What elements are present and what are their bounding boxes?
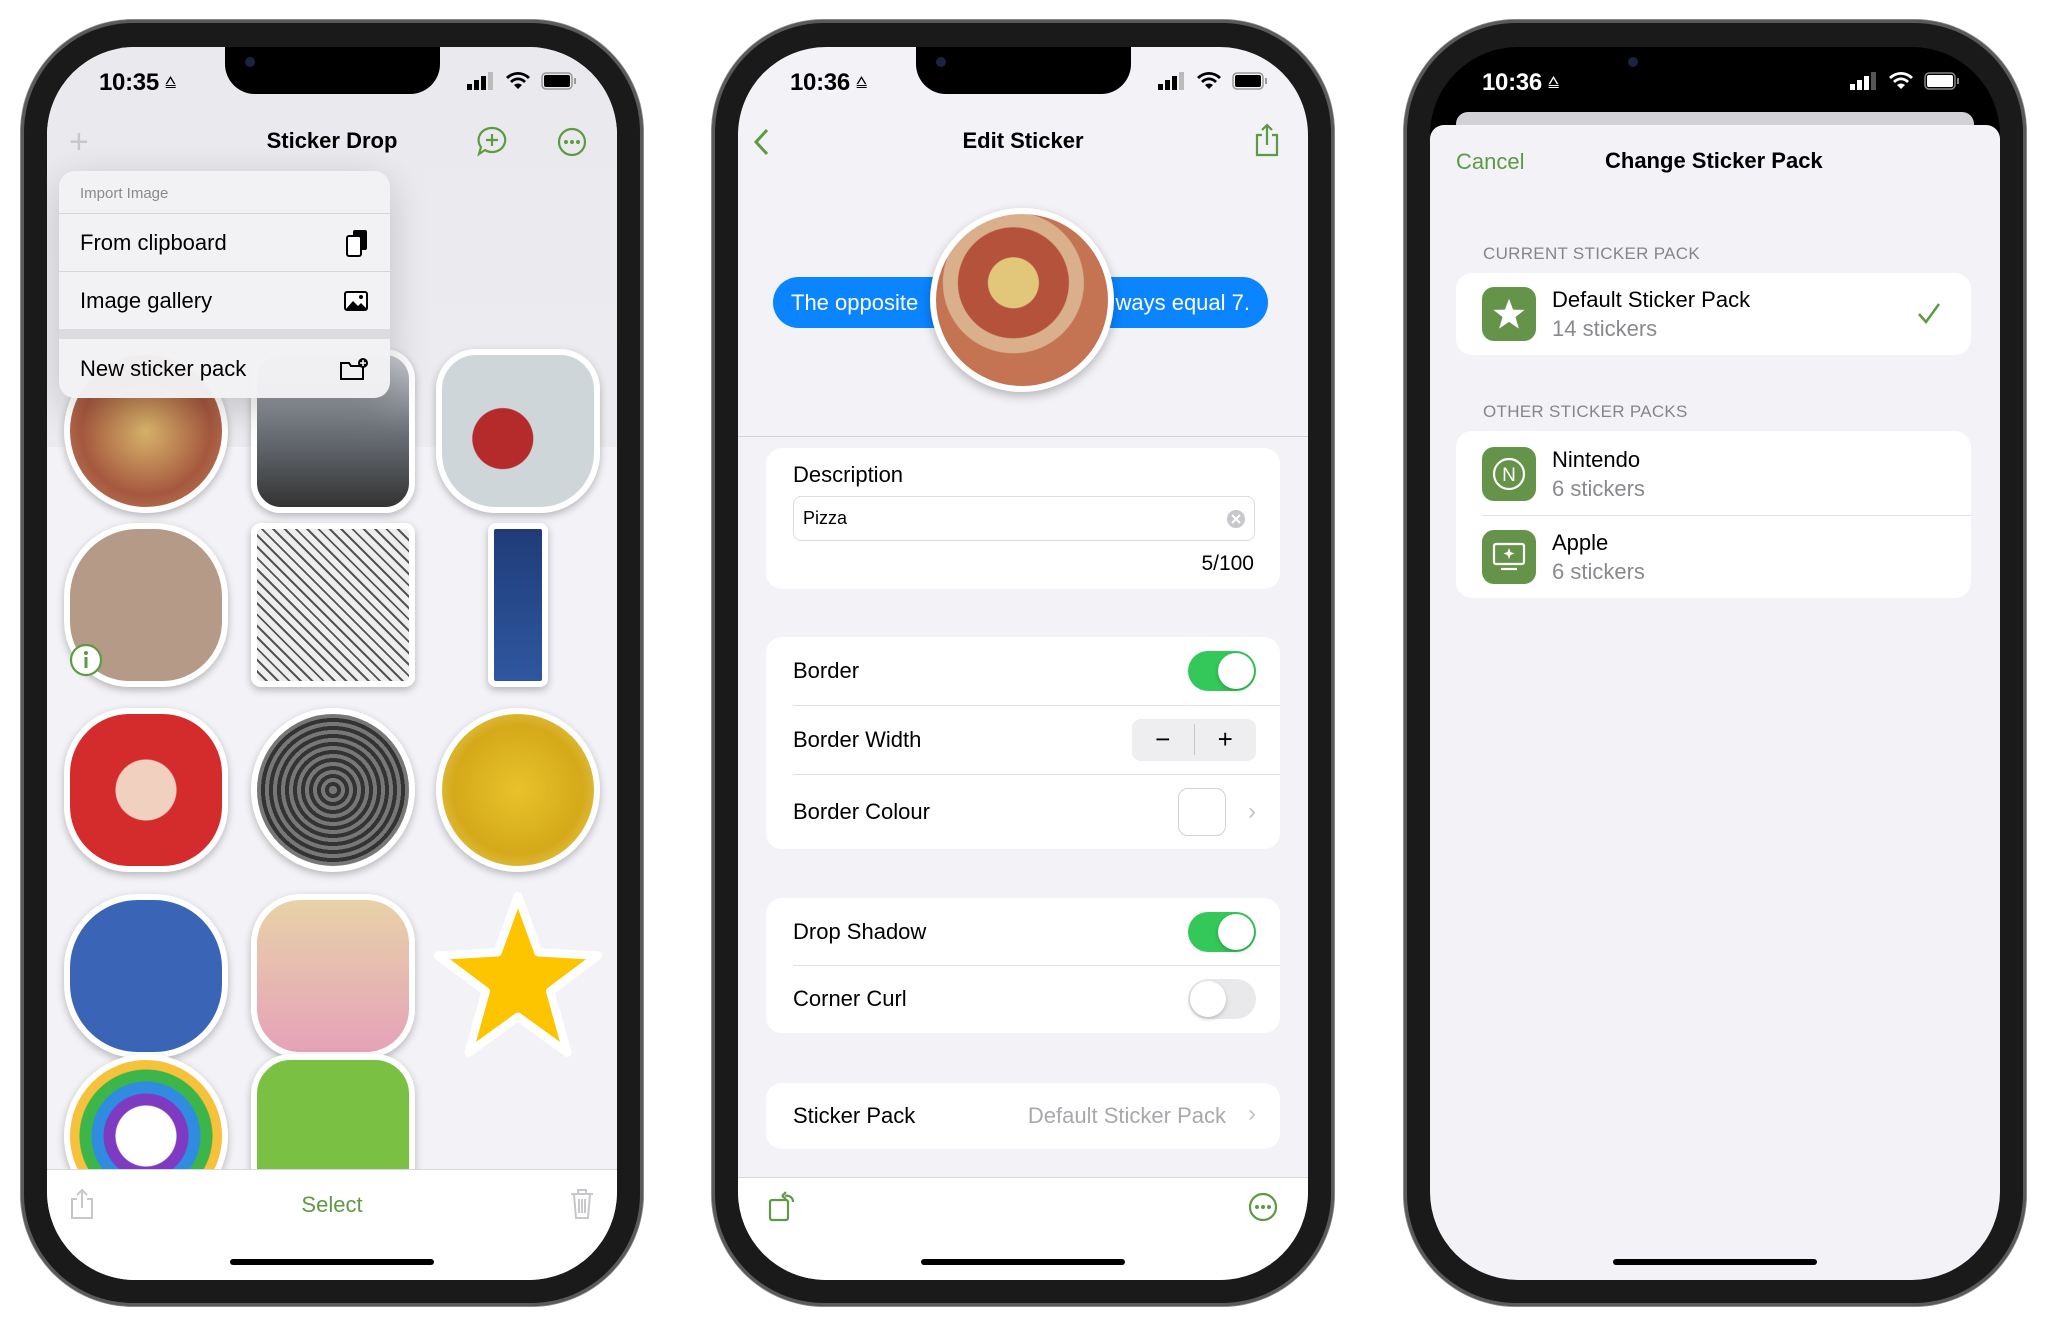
screen-change-sticker-pack: 10:36 ⩠ Cancel Change Sticker Pack CURRE… bbox=[1430, 47, 2000, 1280]
menu-item-from-clipboard[interactable]: From clipboard bbox=[59, 213, 390, 271]
decrement-button[interactable]: − bbox=[1132, 724, 1195, 755]
sticker-manhole-cover[interactable] bbox=[251, 708, 415, 872]
trash-icon[interactable] bbox=[569, 1188, 595, 1220]
share-icon[interactable] bbox=[1254, 123, 1280, 157]
border-card: Border Border Width − + Border Colour › bbox=[766, 637, 1280, 849]
status-icons bbox=[1850, 71, 1960, 90]
description-label: Description bbox=[793, 462, 904, 487]
battery-icon bbox=[541, 71, 576, 90]
current-pack-card: Default Sticker Pack 14 stickers bbox=[1456, 273, 1971, 355]
wifi-icon bbox=[1889, 72, 1913, 89]
sticker-dancer[interactable] bbox=[251, 894, 415, 1058]
home-indicator bbox=[1613, 1259, 1817, 1265]
home-indicator bbox=[230, 1259, 434, 1265]
increment-button[interactable]: + bbox=[1195, 724, 1257, 755]
clipboard-icon bbox=[346, 229, 367, 257]
info-icon[interactable] bbox=[69, 643, 103, 677]
cancel-button[interactable]: Cancel bbox=[1456, 149, 1524, 175]
sticker-mug[interactable] bbox=[436, 349, 600, 513]
sticker-pack-label: Sticker Pack bbox=[793, 1103, 916, 1128]
signal-icon bbox=[467, 71, 493, 90]
border-colour-row[interactable]: Border Colour › bbox=[766, 774, 1280, 849]
sticker-preview-pizza bbox=[930, 208, 1114, 392]
clear-icon[interactable] bbox=[1226, 509, 1246, 529]
corner-curl-row: Corner Curl bbox=[766, 965, 1280, 1033]
status-icons bbox=[1158, 71, 1268, 90]
status-icons bbox=[467, 71, 577, 90]
border-toggle[interactable] bbox=[1188, 651, 1256, 691]
bottom-toolbar: Select bbox=[47, 1169, 617, 1280]
notch bbox=[1608, 47, 1823, 94]
battery-icon bbox=[1232, 71, 1267, 90]
battery-icon bbox=[1924, 71, 1959, 90]
import-menu: Import Image From clipboard Image galler… bbox=[59, 171, 390, 398]
sticker-comic-panel[interactable] bbox=[251, 523, 415, 687]
page-title: Sticker Drop bbox=[266, 128, 398, 153]
checkmark-icon bbox=[1918, 303, 1941, 325]
chevron-right-icon: › bbox=[1248, 797, 1256, 825]
bottom-toolbar bbox=[738, 1177, 1308, 1280]
notch bbox=[225, 47, 440, 94]
drop-shadow-toggle[interactable] bbox=[1188, 911, 1256, 952]
sticker-pack-card[interactable]: Sticker Pack Default Sticker Pack › bbox=[766, 1083, 1280, 1149]
phone-frame: 10:36 ⩠ Edit Sticker The opposite ways e… bbox=[712, 20, 1334, 1306]
home-indicator bbox=[921, 1259, 1125, 1265]
border-width-row: Border Width − + bbox=[766, 705, 1280, 774]
sunrise-icon: ⩠ bbox=[1548, 71, 1559, 91]
rotate-icon[interactable] bbox=[768, 1188, 800, 1224]
sticker-blue-monster[interactable] bbox=[64, 894, 228, 1058]
page-title: Edit Sticker bbox=[962, 128, 1084, 153]
wifi-icon bbox=[506, 72, 530, 89]
pack-row-apple[interactable]: Apple 6 stickers bbox=[1456, 516, 1971, 598]
sticker-santa[interactable] bbox=[64, 708, 228, 872]
sticker-star[interactable] bbox=[433, 891, 603, 1061]
more-icon[interactable] bbox=[1248, 1192, 1278, 1222]
colour-swatch[interactable] bbox=[1178, 787, 1226, 836]
corner-curl-toggle[interactable] bbox=[1188, 979, 1256, 1019]
chevron-right-icon: › bbox=[1248, 1100, 1256, 1127]
star-icon bbox=[1482, 287, 1536, 341]
status-time: 10:36 bbox=[1482, 69, 1542, 96]
border-row: Border bbox=[766, 637, 1280, 705]
signal-icon bbox=[1158, 71, 1184, 90]
character-counter: 5/100 bbox=[1201, 552, 1254, 575]
description-card: Description Pizza 5/100 bbox=[766, 448, 1280, 589]
other-packs-header: OTHER STICKER PACKS bbox=[1483, 402, 1688, 421]
other-packs-card: N Nintendo 6 stickers Apple 6 stickers bbox=[1456, 431, 1971, 598]
current-pack-header: CURRENT STICKER PACK bbox=[1483, 244, 1700, 263]
more-icon[interactable] bbox=[557, 127, 587, 157]
screen-sticker-drop: 10:35 ⩠ + Sticker Drop Import Image From… bbox=[47, 47, 617, 1280]
folder-plus-icon bbox=[340, 357, 368, 380]
select-button[interactable]: Select bbox=[47, 1192, 617, 1218]
drop-shadow-row: Drop Shadow bbox=[766, 898, 1280, 965]
menu-item-new-sticker-pack[interactable]: New sticker pack bbox=[59, 339, 390, 398]
sunrise-icon: ⩠ bbox=[165, 71, 176, 91]
pack-row-nintendo[interactable]: N Nintendo 6 stickers bbox=[1456, 433, 1971, 515]
photo-icon bbox=[344, 290, 368, 311]
sunrise-icon: ⩠ bbox=[856, 71, 867, 91]
screen-edit-sticker: 10:36 ⩠ Edit Sticker The opposite ways e… bbox=[738, 47, 1308, 1280]
pack-row-default[interactable]: Default Sticker Pack 14 stickers bbox=[1456, 273, 1971, 355]
border-width-stepper[interactable]: − + bbox=[1132, 718, 1257, 761]
wifi-icon bbox=[1197, 72, 1221, 89]
status-time: 10:35 bbox=[99, 69, 159, 96]
svg-text:N: N bbox=[1502, 465, 1516, 486]
menu-item-image-gallery[interactable]: Image gallery bbox=[59, 271, 390, 329]
status-time: 10:36 bbox=[790, 69, 850, 96]
description-input[interactable]: Pizza bbox=[793, 496, 1255, 541]
menu-header: Import Image bbox=[80, 185, 169, 202]
display-sparkle-icon bbox=[1482, 530, 1536, 584]
phone-frame: 10:35 ⩠ + Sticker Drop Import Image From… bbox=[21, 20, 643, 1306]
effects-card: Drop Shadow Corner Curl bbox=[766, 898, 1280, 1033]
signal-icon bbox=[1850, 71, 1876, 90]
add-message-icon[interactable] bbox=[475, 125, 509, 159]
phone-frame: 10:36 ⩠ Cancel Change Sticker Pack CURRE… bbox=[1404, 20, 2026, 1306]
notch bbox=[916, 47, 1131, 94]
sticker-yellow-flowers[interactable] bbox=[436, 708, 600, 872]
page-title: Change Sticker Pack bbox=[1605, 148, 1823, 173]
sticker-radio-tower[interactable] bbox=[488, 523, 548, 687]
sticker-pack-value: Default Sticker Pack bbox=[1027, 1103, 1226, 1128]
n-circle-icon: N bbox=[1482, 447, 1536, 501]
